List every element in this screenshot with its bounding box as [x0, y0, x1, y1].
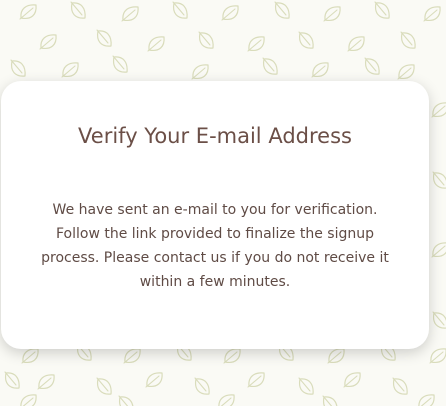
page-title: Verify Your E-mail Address — [78, 124, 352, 148]
verification-message: We have sent an e-mail to you for verifi… — [41, 202, 389, 290]
